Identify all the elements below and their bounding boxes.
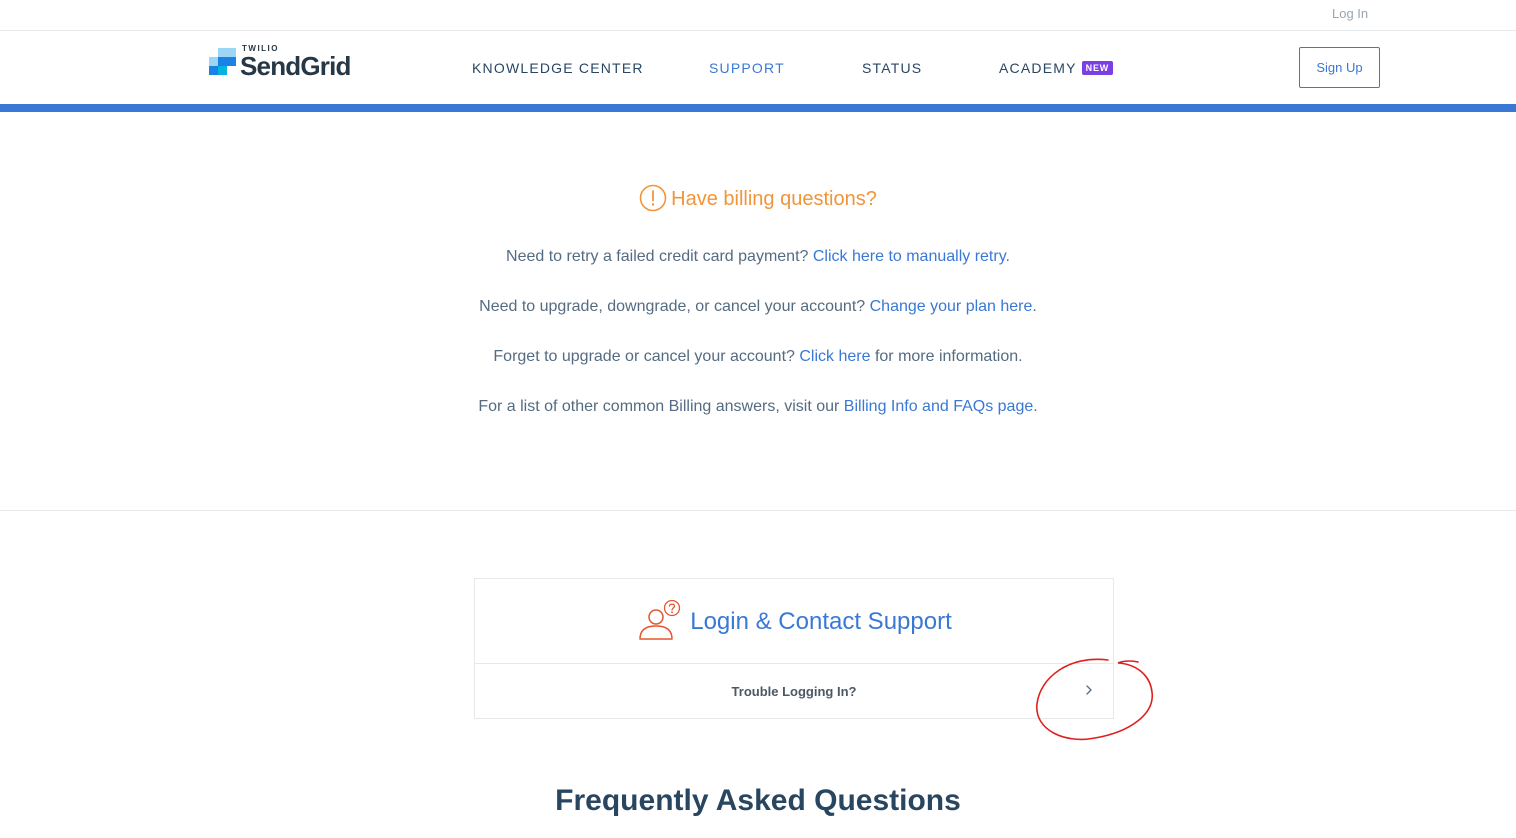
billing-heading: Have billing questions? [0, 184, 1516, 212]
billing-line-text: Need to retry a failed credit card payme… [506, 248, 813, 265]
billing-section: Have billing questions? Need to retry a … [0, 112, 1516, 511]
nav-knowledge-center[interactable]: KNOWLEDGE CENTER [472, 60, 644, 76]
nav-academy[interactable]: ACADEMY NEW [999, 60, 1114, 76]
nav-status[interactable]: STATUS [862, 60, 922, 76]
alert-circle-icon [639, 184, 667, 212]
login-support-card: Login & Contact Support Trouble Logging … [474, 578, 1114, 719]
trouble-logging-in-label: Trouble Logging In? [731, 684, 857, 699]
billing-line-retry: Need to retry a failed credit card payme… [0, 248, 1516, 266]
chevron-right-icon[interactable] [1084, 683, 1094, 697]
main-nav: KNOWLEDGE CENTER SUPPORT STATUS ACADEMY N… [0, 31, 1516, 104]
billing-line-text: for more information. [870, 348, 1023, 365]
sign-up-button[interactable]: Sign Up [1299, 47, 1380, 88]
change-plan-link[interactable]: Change your plan here [870, 298, 1033, 315]
login-link[interactable]: Log In [1332, 6, 1368, 21]
billing-line-text: . [1032, 298, 1037, 315]
main-header: TWILIO SendGrid KNOWLEDGE CENTER SUPPORT… [0, 31, 1516, 104]
billing-line-change-plan: Need to upgrade, downgrade, or cancel yo… [0, 298, 1516, 316]
trouble-logging-in-row[interactable]: Trouble Logging In? [475, 665, 1113, 718]
support-card-title: Login & Contact Support [690, 608, 952, 635]
user-question-icon [639, 599, 681, 640]
billing-line-text: Need to upgrade, downgrade, or cancel yo… [479, 298, 870, 315]
click-here-link[interactable]: Click here [799, 348, 870, 365]
billing-heading-text: Have billing questions? [671, 188, 877, 210]
billing-line-text: For a list of other common Billing answe… [478, 398, 844, 415]
billing-line-text: . [1033, 398, 1038, 415]
nav-support[interactable]: SUPPORT [709, 60, 785, 76]
billing-faqs-link[interactable]: Billing Info and FAQs page [844, 398, 1033, 415]
support-card-header[interactable]: Login & Contact Support [475, 579, 1113, 664]
billing-line-forgot: Forget to upgrade or cancel your account… [0, 348, 1516, 366]
billing-line-text: Forget to upgrade or cancel your account… [493, 348, 800, 365]
manual-retry-link[interactable]: Click here to manually retry [813, 248, 1006, 265]
billing-line-text: . [1005, 248, 1010, 265]
billing-line-faqs: For a list of other common Billing answe… [0, 398, 1516, 416]
new-badge: NEW [1081, 61, 1114, 75]
utility-bar: Log In [0, 0, 1516, 31]
nav-academy-label: ACADEMY [999, 60, 1077, 76]
header-accent-bar [0, 104, 1516, 112]
faq-title: Frequently Asked Questions [555, 784, 961, 817]
